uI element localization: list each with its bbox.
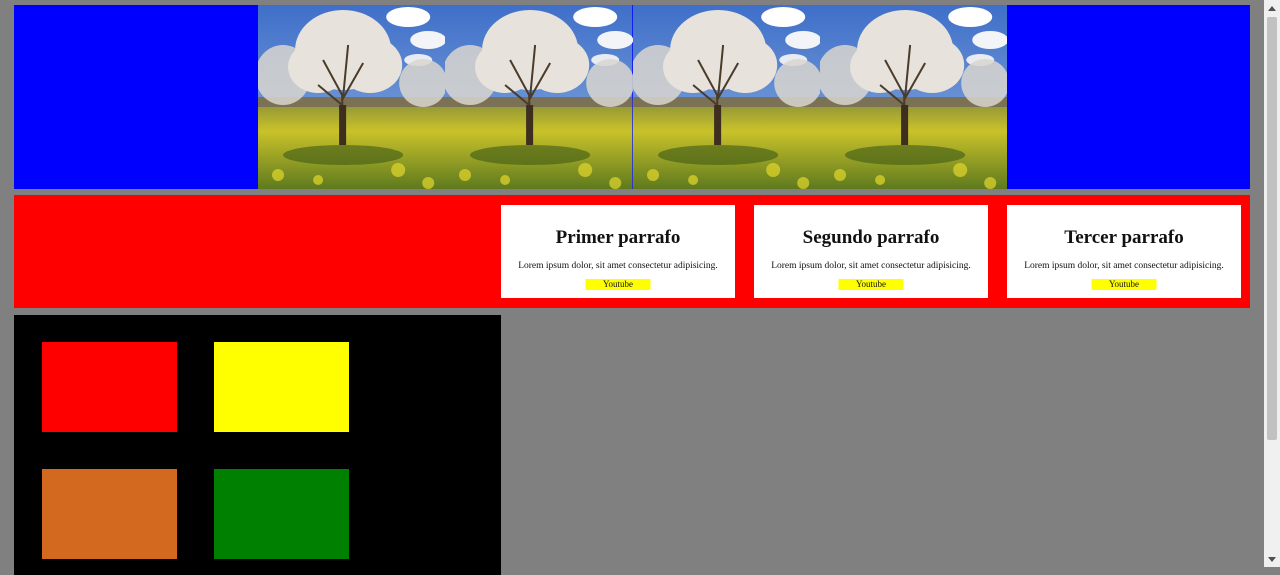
red-box — [42, 342, 177, 432]
orchard-image — [819, 5, 1007, 189]
yellow-box — [214, 342, 349, 432]
youtube-button[interactable]: Youtube — [1091, 279, 1157, 290]
card-segundo: Segundo parrafo Lorem ipsum dolor, sit a… — [754, 205, 988, 298]
card-title: Primer parrafo — [555, 227, 681, 248]
orange-box — [42, 469, 177, 559]
orchard-image — [445, 5, 633, 189]
green-box — [214, 469, 349, 559]
vertical-scrollbar[interactable] — [1264, 0, 1280, 567]
header-banner — [14, 5, 1250, 189]
card-title: Segundo parrafo — [802, 227, 940, 248]
image-gallery — [258, 5, 1007, 189]
page: Primer parrafo Lorem ipsum dolor, sit am… — [0, 0, 1264, 575]
orchard-image — [632, 5, 820, 189]
orchard-image — [258, 5, 446, 189]
cards-band: Primer parrafo Lorem ipsum dolor, sit am… — [14, 195, 1250, 308]
card-primer: Primer parrafo Lorem ipsum dolor, sit am… — [501, 205, 735, 298]
card-text: Lorem ipsum dolor, sit amet consectetur … — [1024, 261, 1224, 271]
card-title: Tercer parrafo — [1064, 227, 1184, 248]
youtube-button[interactable]: Youtube — [838, 279, 904, 290]
card-text: Lorem ipsum dolor, sit amet consectetur … — [771, 261, 971, 271]
youtube-button[interactable]: Youtube — [585, 279, 651, 290]
scroll-up-arrow-icon[interactable] — [1264, 0, 1280, 16]
scroll-down-arrow-icon[interactable] — [1264, 551, 1280, 567]
scrollbar-thumb[interactable] — [1267, 17, 1277, 440]
card-text: Lorem ipsum dolor, sit amet consectetur … — [518, 261, 718, 271]
card-tercer: Tercer parrafo Lorem ipsum dolor, sit am… — [1007, 205, 1241, 298]
color-grid — [14, 315, 501, 575]
